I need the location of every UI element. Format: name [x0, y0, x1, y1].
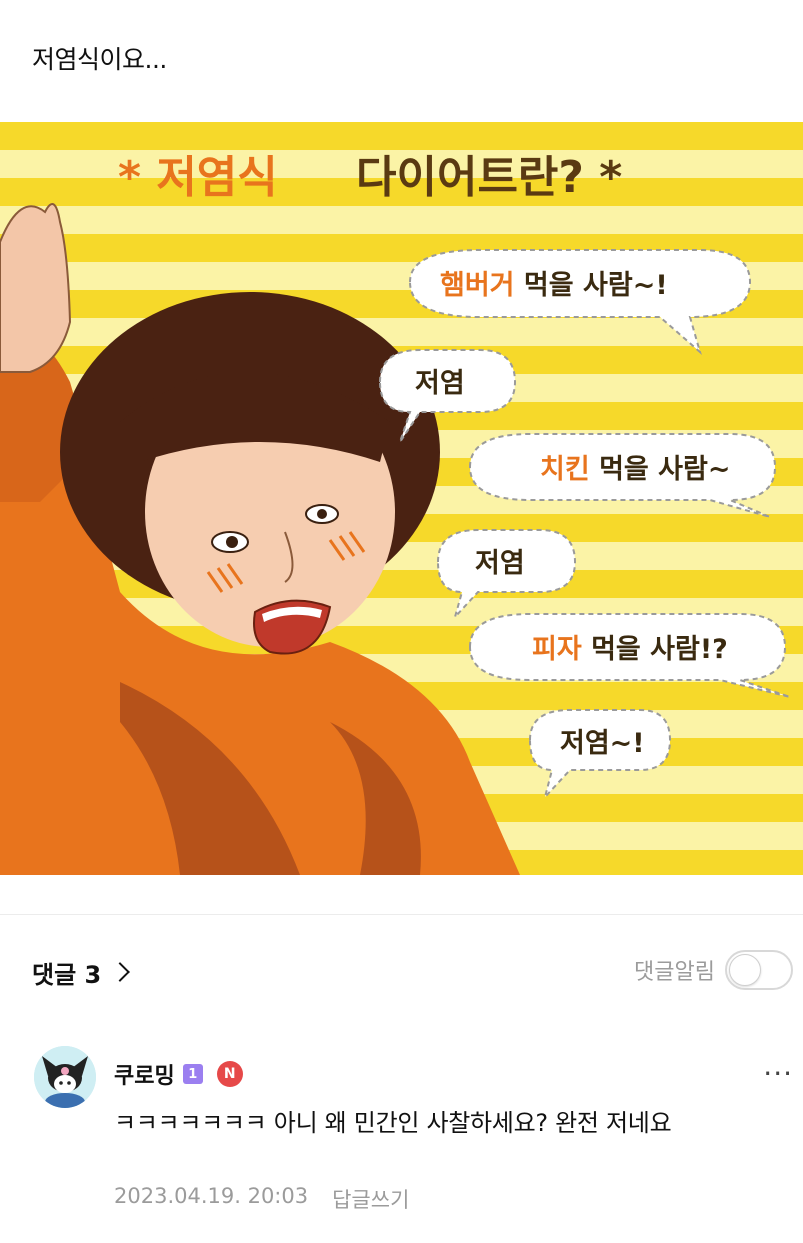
comment-author-row: 쿠로밍 1 N — [114, 1058, 243, 1090]
meme-illustration: * 저염식 다이어트란? * 햄버거 먹을 사람~! 저염 치킨 먹을 사람~ … — [0, 122, 803, 875]
reply-button[interactable]: 답글쓰기 — [332, 1184, 409, 1214]
toggle-knob — [729, 954, 761, 986]
comment-notification-label: 댓글알림 — [634, 960, 715, 985]
bubble-text-6: 저염~! — [560, 728, 645, 759]
comments-count-link[interactable]: 댓글 3 — [32, 952, 131, 992]
comment-notification-toggle[interactable] — [725, 950, 793, 990]
avatar[interactable] — [34, 1046, 96, 1108]
level-badge: 1 — [182, 1064, 203, 1084]
comment-timestamp: 2023.04.19. 20:03 — [114, 1184, 309, 1208]
comment-notification-control: 댓글알림 — [634, 950, 793, 990]
kuromi-avatar-icon — [34, 1046, 96, 1108]
comment-text: ㅋㅋㅋㅋㅋㅋㅋ 아니 왜 민간인 사찰하세요? 완전 저네요 — [114, 1109, 672, 1137]
more-options-icon[interactable]: ··· — [763, 1060, 793, 1088]
comment-author-name[interactable]: 쿠로밍 — [114, 1058, 175, 1090]
new-badge: N — [216, 1061, 243, 1087]
comments-count-label: 댓글 3 — [32, 960, 102, 989]
meme-image: * 저염식 다이어트란? * 햄버거 먹을 사람~! 저염 치킨 먹을 사람~ … — [0, 122, 803, 875]
post-title: 저염식이요... — [32, 45, 167, 74]
comment-meta: 2023.04.19. 20:03 답글쓰기 — [114, 1184, 409, 1214]
bubble-text-3: 치킨 먹을 사람~ — [540, 454, 730, 485]
bubble-text-2: 저염 — [415, 368, 465, 399]
section-divider — [0, 914, 803, 915]
meme-headline-right: 다이어트란? * — [356, 152, 622, 203]
chevron-right-icon — [110, 962, 131, 982]
bubble-text-4: 저염 — [475, 548, 525, 579]
bubble-text-5: 피자 먹을 사람!? — [532, 634, 728, 665]
bubble-text-1: 햄버거 먹을 사람~! — [440, 270, 668, 301]
meme-headline-left: * 저염식 — [118, 152, 278, 203]
